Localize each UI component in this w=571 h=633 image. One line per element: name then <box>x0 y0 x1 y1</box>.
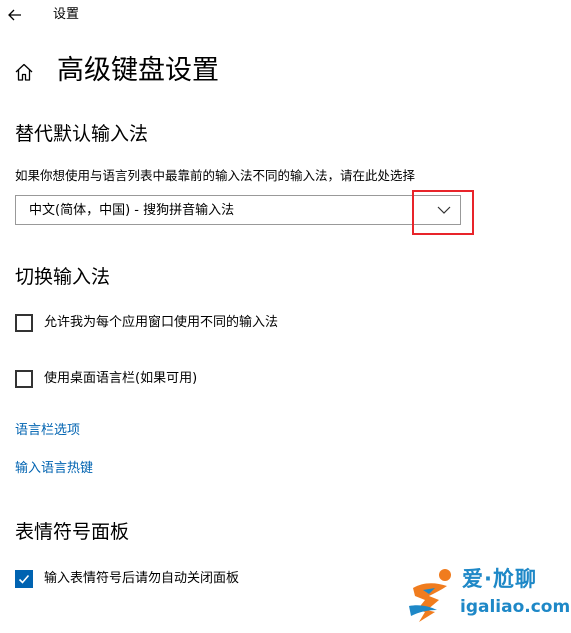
back-button[interactable] <box>4 4 26 26</box>
watermark-logo-icon <box>409 569 451 622</box>
emoji-auto-close-label: 输入表情符号后请勿自动关闭面板 <box>44 571 240 586</box>
emoji-auto-close-checkbox[interactable] <box>15 570 33 588</box>
per-app-input-checkbox[interactable] <box>15 314 33 332</box>
emoji-section-heading: 表情符号面板 <box>15 521 130 543</box>
default-input-method-dropdown[interactable]: 中文(简体，中国) - 搜狗拼音输入法 <box>15 195 461 225</box>
watermark-top-text: 爱·尬聊 <box>462 567 537 591</box>
home-icon <box>15 63 33 81</box>
checkmark-icon <box>18 574 30 584</box>
desktop-language-bar-checkbox[interactable] <box>15 370 33 388</box>
override-description: 如果你想使用与语言列表中最靠前的输入法不同的输入法，请在此处选择 <box>15 168 416 183</box>
back-arrow-icon <box>8 9 21 21</box>
desktop-language-bar-label: 使用桌面语言栏(如果可用) <box>44 371 198 386</box>
language-bar-options-link[interactable]: 语言栏选项 <box>15 422 80 439</box>
override-section-heading: 替代默认输入法 <box>15 123 149 145</box>
app-title: 设置 <box>53 7 80 22</box>
dropdown-selected-value: 中文(简体，中国) - 搜狗拼音输入法 <box>29 203 235 218</box>
input-language-hotkeys-link[interactable]: 输入语言热键 <box>15 460 93 477</box>
home-button[interactable] <box>13 61 35 83</box>
page-title: 高级键盘设置 <box>57 55 219 86</box>
chevron-down-icon <box>437 206 451 214</box>
per-app-input-label: 允许我为每个应用窗口使用不同的输入法 <box>44 315 279 330</box>
switch-section-heading: 切换输入法 <box>15 266 111 288</box>
watermark-bottom-text: igaliao.com <box>460 597 571 617</box>
